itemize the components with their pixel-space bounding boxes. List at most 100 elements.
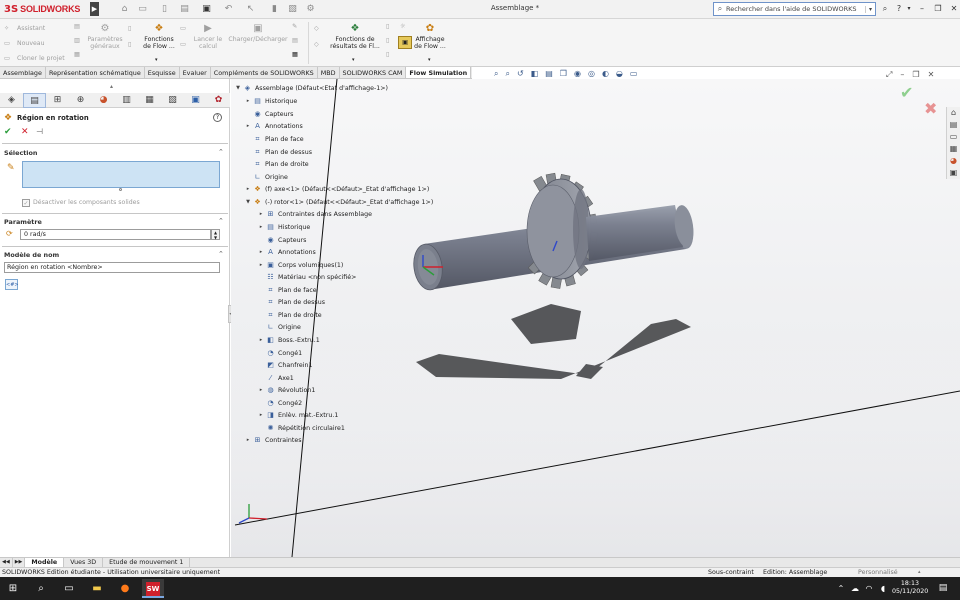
confirm-corner-cancel-icon[interactable]: ✖ bbox=[924, 99, 937, 118]
tree-item-plan-droite-rotor[interactable]: ⌗ Plan de droite bbox=[257, 310, 322, 320]
select-icon[interactable]: ↖ bbox=[244, 3, 257, 15]
angular-velocity-spinner[interactable]: ▲ ▼ bbox=[211, 229, 220, 240]
close-button[interactable]: ✕ bbox=[946, 2, 960, 16]
dimxpert-icon[interactable]: ⊕ bbox=[69, 93, 92, 108]
tab-modele[interactable]: Modèle bbox=[25, 558, 65, 567]
tab-representation-schematique[interactable]: Représentation schématique bbox=[46, 67, 145, 78]
tree-expand-icon[interactable]: ▼ bbox=[244, 199, 252, 205]
tree-expand-icon[interactable]: ▸ bbox=[257, 262, 265, 268]
tree-expand-icon[interactable]: ▼ bbox=[234, 85, 242, 91]
ribbon-small-icon-3[interactable]: ▦ bbox=[74, 51, 80, 58]
ribbon-small-icon-1[interactable]: ▤ bbox=[74, 23, 80, 30]
view-palette-icon[interactable]: ▦ bbox=[947, 143, 960, 155]
tree-item-capteurs[interactable]: ◉ Capteurs bbox=[244, 109, 293, 119]
feature-manager-icon[interactable]: ◈ bbox=[0, 93, 23, 108]
flow-display-button[interactable]: ✿ Affichage de Flow ... bbox=[412, 23, 448, 50]
minimize-button[interactable]: – bbox=[914, 2, 930, 16]
tree-item-conge2[interactable]: ◔ Congé2 bbox=[257, 398, 302, 408]
rebuild-icon[interactable]: ▮ bbox=[268, 3, 281, 15]
name-tag-icon[interactable]: <#> bbox=[5, 279, 19, 290]
new-document-icon[interactable]: ▭ bbox=[136, 3, 149, 15]
flow-features-dropdown-icon[interactable]: ▾ bbox=[155, 57, 158, 63]
tree-expand-icon[interactable]: ▸ bbox=[257, 412, 265, 418]
flow-features-button[interactable]: ❖ Fonctions de Flow ... bbox=[140, 23, 178, 50]
display-manager-icon[interactable]: ◕ bbox=[92, 93, 115, 108]
flow-display-dropdown-icon[interactable]: ▾ bbox=[428, 57, 431, 63]
cam-feature-icon[interactable]: ▥ bbox=[115, 93, 138, 108]
tab-vues-3d[interactable]: Vues 3D bbox=[64, 558, 104, 567]
tree-item-capteurs-rotor[interactable]: ◉ Capteurs bbox=[257, 235, 306, 245]
tab-etude-mouvement[interactable]: Etude de mouvement 1 bbox=[103, 558, 191, 567]
solidworks-resources-icon[interactable]: ⌂ bbox=[947, 107, 960, 119]
disable-components-checkbox[interactable]: ✓ bbox=[22, 199, 30, 207]
tree-expand-icon[interactable]: ▸ bbox=[257, 387, 265, 393]
help-button[interactable]: ? bbox=[894, 3, 904, 15]
tree-expand-icon[interactable]: ▸ bbox=[244, 123, 252, 129]
general-settings-button[interactable]: ⚙ Paramètres généraux bbox=[86, 23, 124, 50]
tree-item-contraintes[interactable]: ▸ ⊞ Contraintes bbox=[244, 435, 302, 445]
save-icon[interactable]: ▤ bbox=[178, 3, 191, 15]
tree-item-contraintes-assemblage[interactable]: ▸ ⊞ Contraintes dans Assemblage bbox=[257, 209, 372, 219]
ribbon-small-icon-15[interactable]: ▯ bbox=[386, 51, 389, 58]
tree-item-axe[interactable]: ▸ ❖ (f) axe<1> (Défaut<<Défaut>_Etat d'aff… bbox=[244, 184, 430, 194]
name-model-input[interactable]: Région en rotation <Nombre> bbox=[4, 262, 220, 273]
wifi-icon[interactable]: ◠ bbox=[862, 579, 876, 598]
flow-analysis-tree-icon[interactable]: ▣ bbox=[184, 93, 207, 108]
tray-expand-icon[interactable]: ⌃ bbox=[834, 579, 848, 598]
network-icon[interactable]: ☁ bbox=[848, 579, 862, 598]
restore-button[interactable]: ❐ bbox=[930, 2, 946, 16]
ribbon-small-icon-14[interactable]: ▯ bbox=[386, 37, 389, 44]
search-icon[interactable]: ⌕ bbox=[30, 579, 52, 598]
name-model-header[interactable]: Modèle de nom bbox=[4, 251, 59, 259]
open-icon[interactable]: ▯ bbox=[158, 3, 171, 15]
firefox-taskbar-icon[interactable]: ● bbox=[114, 579, 136, 598]
cam-operation-icon[interactable]: ▦ bbox=[138, 93, 161, 108]
tab-esquisse[interactable]: Esquisse bbox=[145, 67, 180, 78]
assistant-button[interactable]: Assistant bbox=[17, 25, 45, 32]
tree-item-historique-rotor[interactable]: ▸ ▤ Historique bbox=[257, 222, 311, 232]
parameter-collapse-icon[interactable]: ⌃ bbox=[218, 217, 224, 225]
graphics-viewport[interactable]: ▼ ◈ Assemblage (Défaut<Etat d'affichage-… bbox=[231, 79, 960, 557]
appearances-icon[interactable]: ◕ bbox=[947, 155, 960, 167]
notifications-icon[interactable]: ▤ bbox=[934, 579, 952, 598]
tab-mbd[interactable]: MBD bbox=[318, 67, 340, 78]
flow-display-toggle-icon[interactable]: ▣ bbox=[398, 36, 412, 49]
tab-complements[interactable]: Compléments de SOLIDWORKS bbox=[211, 67, 318, 78]
load-unload-button[interactable]: ▣ Charger/Décharger bbox=[228, 23, 288, 43]
file-properties-icon[interactable]: ▧ bbox=[286, 3, 299, 15]
tree-expand-icon[interactable]: ▸ bbox=[257, 337, 265, 343]
selection-header[interactable]: Sélection bbox=[4, 149, 37, 157]
ok-check-icon[interactable]: ✔ bbox=[4, 127, 12, 137]
tree-item-conge1[interactable]: ◔ Congé1 bbox=[257, 348, 302, 358]
run-calculation-button[interactable]: ▶ Lancer le calcul bbox=[190, 23, 226, 50]
tree-item-annotations[interactable]: ▸ A Annotations bbox=[244, 121, 303, 131]
tree-item-annotations-rotor[interactable]: ▸ A Annotations bbox=[257, 247, 316, 257]
design-library-icon[interactable]: ▤ bbox=[947, 119, 960, 131]
help-dropdown-icon[interactable]: ▾ bbox=[906, 3, 912, 15]
ribbon-small-icon-9[interactable]: ▤ bbox=[292, 37, 298, 44]
ribbon-small-icon-2[interactable]: ▥ bbox=[74, 37, 80, 44]
custom-properties-icon[interactable]: ▣ bbox=[947, 167, 960, 179]
tree-item-revolution[interactable]: ▸ ◍ Révolution1 bbox=[257, 385, 316, 395]
tree-item-historique[interactable]: ▸ ▤ Historique bbox=[244, 96, 298, 106]
ribbon-small-icon-11[interactable]: ◇ bbox=[314, 25, 319, 32]
tab-solidworks-cam[interactable]: SOLIDWORKS CAM bbox=[340, 67, 407, 78]
menu-expand-icon[interactable]: ▶ bbox=[90, 2, 99, 16]
tree-expand-icon[interactable]: ▸ bbox=[244, 437, 252, 443]
tree-item-plan-dessus-rotor[interactable]: ⌗ Plan de dessus bbox=[257, 297, 325, 307]
ribbon-small-icon-4[interactable]: ▯ bbox=[128, 25, 131, 32]
ribbon-small-icon-6[interactable]: ▭ bbox=[180, 25, 186, 32]
undo-icon[interactable]: ↶ bbox=[222, 3, 235, 15]
ribbon-small-icon-5[interactable]: ▯ bbox=[128, 41, 131, 48]
configuration-manager-icon[interactable]: ⊞ bbox=[46, 93, 69, 108]
clock[interactable]: 18:13 05/11/2020 bbox=[892, 580, 928, 596]
component-selection-box[interactable] bbox=[22, 161, 220, 188]
ribbon-small-icon-10[interactable]: ▦ bbox=[292, 51, 298, 58]
windows-start-icon[interactable]: ⊞ bbox=[2, 579, 24, 598]
status-units-dropdown-icon[interactable]: ▴ bbox=[918, 569, 921, 575]
tree-root-row[interactable]: ▼ ◈ Assemblage (Défaut<Etat d'affichage-… bbox=[234, 83, 388, 93]
simulation-icon[interactable]: ✿ bbox=[207, 93, 230, 108]
cam-tools-icon[interactable]: ▧ bbox=[161, 93, 184, 108]
task-view-icon[interactable]: ▭ bbox=[58, 579, 80, 598]
tree-item-plan-droite[interactable]: ⌗ Plan de droite bbox=[244, 159, 309, 169]
